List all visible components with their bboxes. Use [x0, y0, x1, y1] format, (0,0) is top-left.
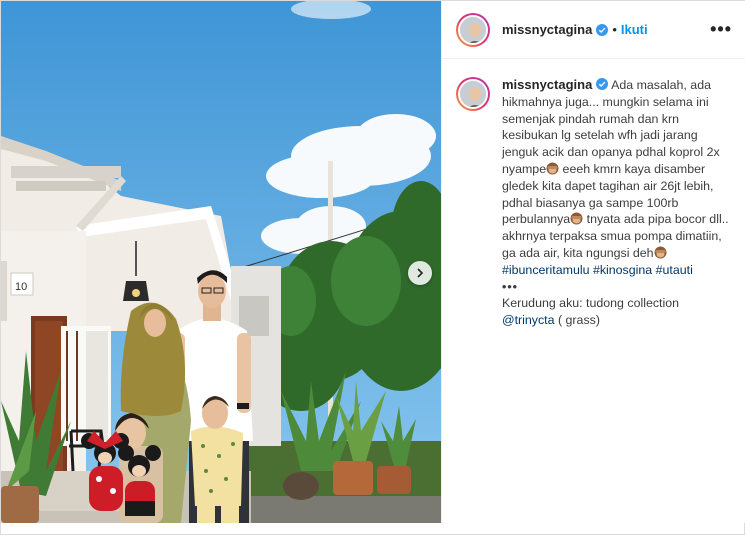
- house-number: 10: [15, 281, 27, 293]
- post-photo[interactable]: 10: [1, 1, 441, 523]
- hashtag-link[interactable]: #ibunceritamulu: [502, 263, 589, 277]
- family-photo-illustration: 10: [1, 1, 441, 523]
- caption-more: •••: [502, 279, 519, 294]
- separator-dot: •: [612, 22, 617, 37]
- credit-line: Kerudung aku: tudong collection: [502, 295, 732, 312]
- see-no-evil-monkey-icon: [570, 212, 583, 225]
- follow-button[interactable]: Ikuti: [621, 22, 648, 37]
- caption-line: Ada masalah, ada: [611, 78, 711, 92]
- caption-line: ngungsi deh: [586, 245, 654, 260]
- caption-line: kesibukan lg setelah wfh jadi jarang: [502, 128, 698, 143]
- caption-line: jenguk acik dan opanya pdhal koprol: [502, 145, 704, 160]
- caption-line: eeeh kmrn kaya: [562, 161, 651, 176]
- avatar-photo: [460, 81, 486, 107]
- verified-badge-icon: [596, 23, 609, 36]
- next-photo-button[interactable]: [408, 261, 432, 285]
- hashtag-link[interactable]: #kinosgina: [593, 263, 652, 277]
- caption-line: hikmahnya juga... mungkin selama ini: [502, 94, 709, 109]
- post-username[interactable]: missnyctagina: [502, 22, 592, 37]
- more-options-button[interactable]: •••: [710, 19, 732, 40]
- caption-avatar[interactable]: [456, 77, 490, 111]
- caption-line: tnyata ada pipa: [586, 212, 672, 227]
- caption-text: missnyctagina Ada masalah, ada hikmahnya…: [502, 77, 732, 329]
- caption-line: semenjak pindah rumah dan krn: [502, 111, 680, 126]
- credit-text: Kerudung aku: tudong collection: [502, 296, 680, 311]
- instagram-post: 10 missnyctagina • Ikuti ••• missnyctagi…: [0, 0, 745, 535]
- credit-mention-line: @trinycta ( grass): [502, 312, 732, 329]
- caption-comment: missnyctagina Ada masalah, ada hikmahnya…: [442, 59, 745, 329]
- see-no-evil-monkey-icon: [546, 162, 559, 175]
- chevron-right-icon: [417, 268, 424, 278]
- avatar[interactable]: [456, 12, 490, 47]
- see-no-evil-monkey-icon: [654, 246, 667, 259]
- verified-badge-icon: [596, 78, 609, 90]
- avatar-photo: [460, 16, 486, 43]
- hashtag-link[interactable]: #utauti: [656, 263, 693, 277]
- caption-username[interactable]: missnyctagina: [502, 77, 592, 92]
- credit-suffix: ( grass): [557, 313, 600, 328]
- post-header: missnyctagina • Ikuti •••: [442, 1, 745, 59]
- mention-link[interactable]: @trinycta: [502, 313, 555, 327]
- post-side-panel: missnyctagina • Ikuti ••• missnyctagina …: [441, 1, 745, 523]
